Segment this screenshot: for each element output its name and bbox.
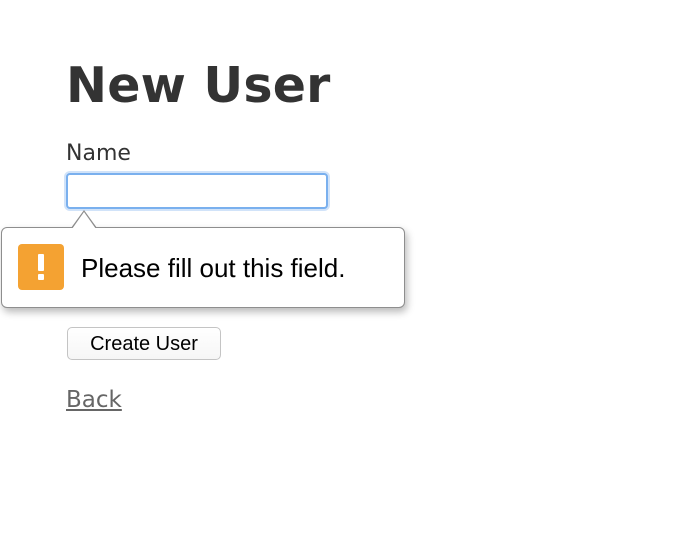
create-user-button[interactable]: Create User: [67, 327, 221, 360]
warning-icon-bar: [38, 254, 44, 271]
back-link[interactable]: Back: [66, 384, 122, 416]
name-input[interactable]: [66, 173, 328, 209]
tooltip-arrow-inner: [72, 212, 96, 229]
page-title: New User: [66, 57, 331, 114]
warning-icon-dot: [38, 274, 44, 280]
validation-message: Please fill out this field.: [81, 253, 346, 283]
warning-icon: [18, 244, 64, 290]
name-label: Name: [66, 141, 131, 166]
